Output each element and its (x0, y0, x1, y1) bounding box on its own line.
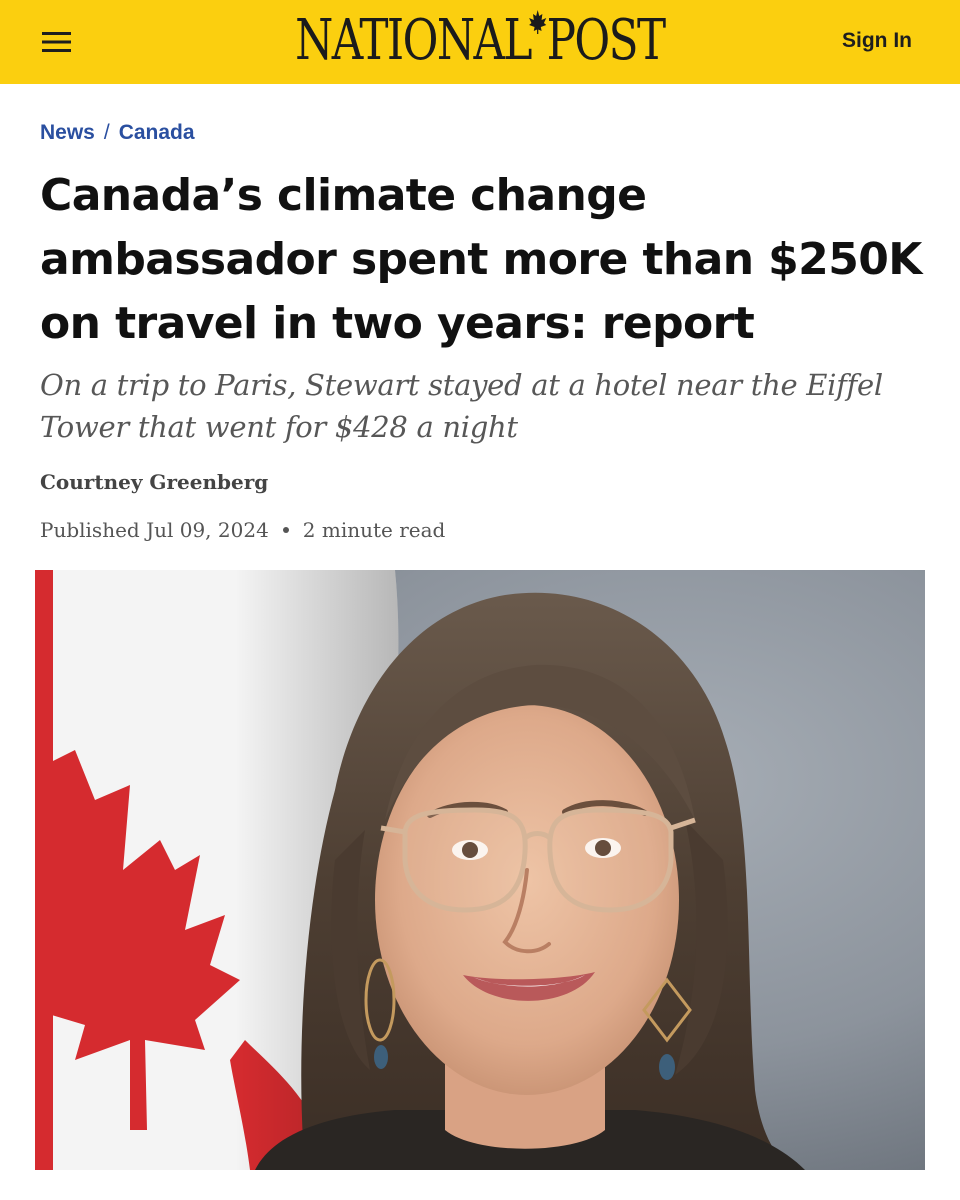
hamburger-menu-icon (42, 32, 71, 52)
site-logo[interactable]: NATIONAL POST (295, 6, 667, 76)
hero-image (35, 570, 925, 1170)
site-logo-wrap: NATIONAL POST (0, 6, 960, 76)
hamburger-menu-button[interactable] (38, 24, 78, 60)
article-headline: Canada’s climate change ambassador spent… (40, 170, 922, 349)
maple-leaf-icon (528, 9, 548, 35)
article-subheadline: On a trip to Paris, Stewart stayed at a … (40, 368, 883, 444)
site-header: NATIONAL POST Sign In (0, 0, 960, 84)
published-date: Published Jul 09, 2024 (40, 518, 269, 542)
portrait-photo (35, 570, 925, 1170)
meta-separator-dot (282, 527, 289, 533)
logo-word-national: NATIONAL (295, 8, 532, 73)
breadcrumb: News / Canada (40, 117, 195, 149)
author-byline[interactable]: Courtney Greenberg (40, 467, 268, 497)
breadcrumb-link-news[interactable]: News (40, 121, 95, 144)
article-meta: Published Jul 09, 2024 2 minute read (40, 515, 445, 545)
breadcrumb-separator: / (103, 121, 110, 144)
sign-in-button[interactable]: Sign In (842, 27, 912, 55)
logo-word-post: POST (546, 8, 667, 73)
read-time: 2 minute read (302, 518, 446, 542)
breadcrumb-link-canada[interactable]: Canada (119, 121, 195, 144)
